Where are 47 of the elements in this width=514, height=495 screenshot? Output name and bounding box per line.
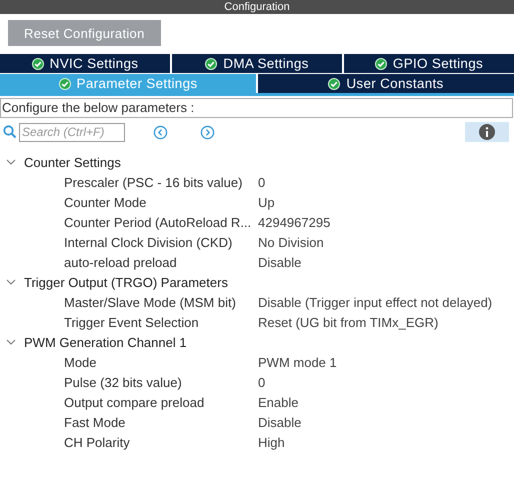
expand-caret-icon[interactable] bbox=[6, 157, 16, 167]
parameter-name[interactable]: auto-reload preload bbox=[0, 254, 258, 270]
group-title[interactable]: PWM Generation Channel 1 bbox=[24, 334, 187, 350]
parameter-name[interactable]: Trigger Event Selection bbox=[0, 314, 258, 330]
parameter-value[interactable]: Disable bbox=[258, 254, 302, 270]
search-field[interactable]: Search (Ctrl+F) bbox=[19, 122, 125, 142]
parameter-value[interactable]: 0 bbox=[258, 174, 266, 190]
check-icon bbox=[58, 78, 71, 90]
check-icon bbox=[374, 58, 387, 70]
parameter-name[interactable]: Internal Clock Division (CKD) bbox=[0, 234, 258, 250]
settings-tab[interactable]: NVIC Settings bbox=[0, 54, 170, 73]
group-title[interactable]: Counter Settings bbox=[24, 154, 121, 170]
search-icon[interactable] bbox=[3, 125, 17, 139]
parameter-name[interactable]: Output compare preload bbox=[0, 394, 258, 410]
parameter-name[interactable]: Pulse (32 bits value) bbox=[0, 374, 258, 390]
parameter-value[interactable]: Reset (UG bit from TIMx_EGR) bbox=[258, 314, 438, 330]
settings-tab[interactable]: User Constants bbox=[258, 74, 514, 93]
parameter-value[interactable]: 4294967295 bbox=[258, 214, 330, 230]
info-icon bbox=[479, 124, 495, 140]
description-field: Configure the below parameters : bbox=[0, 98, 513, 118]
expand-caret-icon[interactable] bbox=[6, 277, 16, 287]
parameter-name[interactable]: CH Polarity bbox=[0, 434, 258, 450]
parameter-value[interactable]: Disable bbox=[258, 414, 302, 430]
parameter-value[interactable]: Disable (Trigger input effect not delayed) bbox=[258, 294, 492, 310]
settings-tab[interactable]: GPIO Settings bbox=[344, 54, 514, 73]
parameter-name[interactable]: Counter Period (AutoReload R... bbox=[0, 214, 258, 230]
parameter-value[interactable]: Up bbox=[258, 194, 275, 210]
parameter-value[interactable]: Enable bbox=[258, 394, 298, 410]
parameter-value[interactable]: 0 bbox=[258, 374, 266, 390]
group-title[interactable]: Trigger Output (TRGO) Parameters bbox=[24, 274, 228, 290]
parameter-name[interactable]: Master/Slave Mode (MSM bit) bbox=[0, 294, 258, 310]
next-icon[interactable] bbox=[200, 124, 215, 140]
previous-icon[interactable] bbox=[153, 124, 168, 140]
check-icon bbox=[328, 78, 340, 90]
window-title: Configuration bbox=[224, 1, 290, 13]
parameter-value[interactable]: PWM mode 1 bbox=[258, 354, 337, 370]
parameter-name[interactable]: Prescaler (PSC - 16 bits value) bbox=[0, 174, 258, 190]
parameter-value[interactable]: High bbox=[258, 434, 285, 450]
check-icon bbox=[32, 58, 44, 70]
settings-tab[interactable]: DMA Settings bbox=[172, 54, 342, 73]
parameter-name[interactable]: Counter Mode bbox=[0, 194, 258, 210]
parameter-name[interactable]: Mode bbox=[0, 354, 258, 370]
expand-caret-icon[interactable] bbox=[6, 337, 16, 347]
parameter-name[interactable]: Fast Mode bbox=[0, 414, 258, 430]
check-icon bbox=[205, 58, 218, 70]
parameter-value[interactable]: No Division bbox=[258, 234, 324, 250]
info-button[interactable] bbox=[465, 122, 509, 142]
